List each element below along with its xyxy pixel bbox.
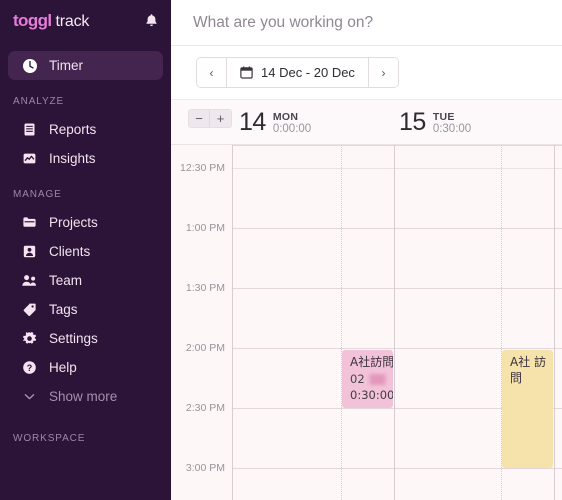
logo-track-text: track	[55, 12, 90, 30]
calendar-event-tue[interactable]: A社 訪問	[502, 350, 553, 468]
chevron-down-icon	[21, 388, 38, 405]
time-label-1230pm: 12:30 PM	[180, 162, 225, 174]
gridline-1230pm	[233, 145, 562, 146]
sidebar-item-label-clients: Clients	[49, 243, 91, 259]
sidebar-item-label-insights: Insights	[49, 150, 96, 166]
sidebar-item-projects[interactable]: Projects	[8, 208, 163, 237]
timer-entry-bar: What are you working on?	[171, 0, 562, 46]
time-label-300pm: 3:00 PM	[185, 462, 225, 474]
time-label-230pm: 2:30 PM	[185, 402, 225, 414]
event-redacted-text-mon	[367, 373, 387, 385]
calendar-event-mon[interactable]: A社訪問 02 0:30:00	[342, 350, 393, 408]
sidebar: toggl track Timer ANALYZE Reports Insigh…	[0, 0, 171, 500]
sidebar-section-workspace: WORKSPACE	[13, 433, 86, 444]
time-label-100pm: 1:00 PM	[185, 222, 225, 234]
calendar-icon	[240, 66, 253, 79]
logo-toggl-text: toggl	[13, 10, 52, 30]
calendar-grid[interactable]: 12:30 PM 1:00 PM 1:30 PM 2:00 PM 2:30 PM…	[171, 145, 562, 500]
date-range-button[interactable]: 14 Dec - 20 Dec	[227, 58, 368, 87]
help-icon: ?	[21, 359, 38, 376]
sidebar-item-label-show-more: Show more	[49, 388, 118, 404]
sidebar-item-label-settings: Settings	[49, 330, 98, 346]
sidebar-item-label-reports: Reports	[49, 121, 97, 137]
svg-text:?: ?	[27, 363, 33, 373]
event-title-tue: A社 訪問	[510, 355, 547, 385]
timer-description-input[interactable]: What are you working on?	[193, 14, 373, 32]
gridline-100pm	[233, 228, 562, 229]
sidebar-item-label-team: Team	[49, 272, 83, 288]
date-navigation-bar: ‹ 14 Dec - 20 Dec ›	[171, 46, 562, 100]
gridline-300pm	[233, 468, 562, 469]
column-divider-tue-wed	[554, 145, 555, 500]
prev-week-button[interactable]: ‹	[197, 58, 227, 87]
sidebar-item-insights[interactable]: Insights	[8, 144, 163, 173]
tag-icon	[21, 301, 38, 318]
sidebar-brand-row: toggl track	[0, 0, 171, 41]
day-header-row: − + 14 MON 0:00:00 15 TUE 0:30:00	[171, 100, 562, 145]
event-subtitle-mon: 02	[350, 372, 387, 387]
insights-icon	[21, 150, 38, 167]
sidebar-item-help[interactable]: ? Help	[8, 353, 163, 382]
calendar-columns[interactable]: A社訪問 02 0:30:00 A社 訪問	[233, 145, 562, 500]
time-axis-gutter: 12:30 PM 1:00 PM 1:30 PM 2:00 PM 2:30 PM…	[171, 145, 233, 500]
day-total-mon: 0:00:00	[272, 123, 312, 136]
bell-icon[interactable]	[144, 13, 159, 29]
event-title-mon: A社訪問	[350, 355, 393, 369]
column-midline-mon	[341, 145, 342, 500]
day-column-header-tue[interactable]: 15 TUE 0:30:00	[399, 110, 471, 136]
day-weekday-tue: TUE	[432, 111, 455, 123]
sidebar-item-label-projects: Projects	[49, 214, 98, 230]
sidebar-item-clients[interactable]: Clients	[8, 237, 163, 266]
sidebar-item-team[interactable]: Team	[8, 266, 163, 295]
sidebar-item-timer[interactable]: Timer	[8, 51, 163, 80]
toggl-track-app: toggl track Timer ANALYZE Reports Insigh…	[0, 0, 562, 500]
date-range-label: 14 Dec - 20 Dec	[261, 65, 355, 80]
day-number-mon: 14	[239, 108, 266, 136]
gear-icon	[21, 330, 38, 347]
sidebar-item-tags[interactable]: Tags	[8, 295, 163, 324]
day-number-tue: 15	[399, 108, 426, 136]
day-weekday-mon: MON	[272, 111, 299, 123]
report-icon	[21, 121, 38, 138]
sidebar-item-label-help: Help	[49, 359, 77, 375]
zoom-out-button[interactable]: −	[189, 110, 210, 127]
sidebar-item-show-more[interactable]: Show more	[8, 382, 163, 411]
gridline-1230pm-tick	[233, 168, 562, 169]
column-divider-mon-tue	[394, 145, 395, 500]
sidebar-section-manage: MANAGE	[13, 189, 62, 200]
sidebar-item-settings[interactable]: Settings	[8, 324, 163, 353]
sidebar-item-reports[interactable]: Reports	[8, 115, 163, 144]
people-icon	[21, 272, 38, 289]
time-label-200pm: 2:00 PM	[185, 342, 225, 354]
clock-icon	[21, 57, 38, 74]
day-total-tue: 0:30:00	[432, 123, 472, 136]
folder-icon	[21, 214, 38, 231]
toggl-logo[interactable]: toggl track	[13, 11, 89, 31]
main-area: What are you working on? ‹ 14 Dec - 20 D…	[171, 0, 562, 500]
sidebar-section-analyze: ANALYZE	[13, 96, 65, 107]
calendar-zoom-controls: − +	[188, 109, 232, 128]
date-range-picker: ‹ 14 Dec - 20 Dec ›	[196, 57, 399, 88]
zoom-in-button[interactable]: +	[210, 110, 231, 127]
event-duration-mon: 0:30:00	[350, 388, 393, 402]
next-week-button[interactable]: ›	[367, 58, 398, 87]
time-label-130pm: 1:30 PM	[185, 282, 225, 294]
gridline-130pm	[233, 288, 562, 289]
sidebar-item-label-timer: Timer	[49, 57, 83, 73]
gridline-200pm	[233, 348, 562, 349]
person-icon	[21, 243, 38, 260]
event-code-mon: 02	[350, 371, 365, 386]
sidebar-item-label-tags: Tags	[49, 301, 78, 317]
day-column-header-mon[interactable]: 14 MON 0:00:00	[239, 110, 311, 136]
